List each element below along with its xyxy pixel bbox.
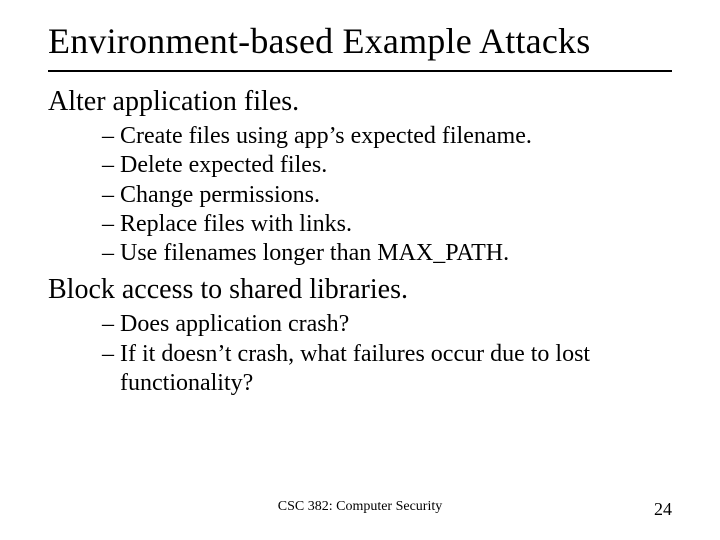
dash-icon: – bbox=[102, 240, 120, 266]
item-text: Change permissions. bbox=[120, 182, 320, 208]
dash-icon: – bbox=[102, 123, 120, 149]
footer-course: CSC 382: Computer Security bbox=[278, 499, 443, 515]
item-text: If it doesn’t crash, what failures occur… bbox=[120, 341, 590, 396]
footer: CSC 382: Computer Security 24 bbox=[0, 499, 720, 520]
dash-icon: – bbox=[102, 152, 120, 178]
dash-icon: – bbox=[102, 311, 120, 337]
list-item: – Use filenames longer than MAX_PATH. bbox=[102, 239, 672, 268]
item-text: Replace files with links. bbox=[120, 211, 352, 237]
section-heading-1: Block access to shared libraries. bbox=[48, 274, 672, 306]
slide-title: Environment-based Example Attacks bbox=[48, 20, 672, 62]
section-0-items: – Create files using app’s expected file… bbox=[102, 122, 672, 268]
list-item: – Replace files with links. bbox=[102, 210, 672, 239]
section-heading-0: Alter application files. bbox=[48, 86, 672, 118]
dash-icon: – bbox=[102, 341, 120, 367]
item-text: Does application crash? bbox=[120, 311, 349, 337]
list-item: – Does application crash? bbox=[102, 310, 672, 339]
list-item: – Change permissions. bbox=[102, 181, 672, 210]
dash-icon: – bbox=[102, 182, 120, 208]
slide: Environment-based Example Attacks Alter … bbox=[0, 0, 720, 540]
footer-page-number: 24 bbox=[654, 499, 672, 520]
item-text: Use filenames longer than MAX_PATH. bbox=[120, 240, 509, 266]
title-underline bbox=[48, 70, 672, 72]
list-item: – If it doesn’t crash, what failures occ… bbox=[102, 340, 672, 399]
dash-icon: – bbox=[102, 211, 120, 237]
item-text: Create files using app’s expected filena… bbox=[120, 123, 532, 149]
list-item: – Delete expected files. bbox=[102, 151, 672, 180]
list-item: – Create files using app’s expected file… bbox=[102, 122, 672, 151]
item-text: Delete expected files. bbox=[120, 152, 327, 178]
section-1-items: – Does application crash? – If it doesn’… bbox=[102, 310, 672, 398]
